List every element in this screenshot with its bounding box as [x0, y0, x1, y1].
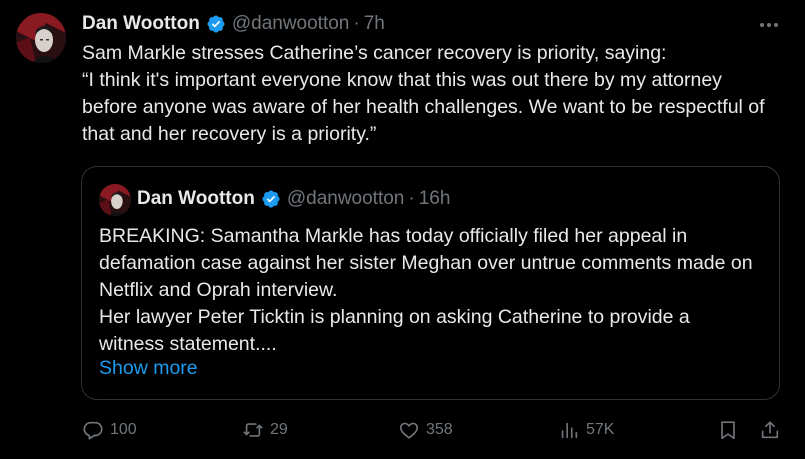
- more-dots-icon: [760, 23, 764, 27]
- author-handle[interactable]: @danwootton: [232, 13, 350, 35]
- quoted-timestamp[interactable]: 16h: [419, 188, 451, 210]
- separator-dot: ·: [408, 188, 415, 209]
- quoted-avatar[interactable]: [99, 184, 131, 216]
- heart-icon: [399, 422, 419, 439]
- repost-icon: [243, 423, 263, 437]
- avatar-image: [16, 13, 66, 63]
- separator-dot: ·: [353, 13, 360, 34]
- tweet[interactable]: Dan Wootton @danwootton · 7h Sam Markle …: [0, 0, 805, 459]
- quoted-tweet-header: Dan Wootton @danwootton · 16h: [137, 187, 450, 211]
- quoted-author-name[interactable]: Dan Wootton: [137, 188, 255, 210]
- tweet-text: Sam Markle stresses Catherine’s cancer r…: [82, 42, 765, 145]
- action-bar: 100 29 358 57K: [0, 414, 805, 446]
- reply-count: 100: [110, 421, 137, 438]
- author-name[interactable]: Dan Wootton: [82, 13, 200, 35]
- tweet-header: Dan Wootton @danwootton · 7h: [82, 12, 385, 36]
- share-icon: [761, 421, 779, 439]
- bookmark-icon: [721, 421, 735, 440]
- quoted-author-handle[interactable]: @danwootton: [287, 188, 405, 210]
- show-more-link[interactable]: Show more: [99, 357, 198, 380]
- quoted-tweet[interactable]: Dan Wootton @danwootton · 16h BREAKING: …: [81, 166, 780, 400]
- more-dot: [774, 23, 778, 27]
- repost-button[interactable]: 29: [242, 414, 288, 446]
- like-button[interactable]: 358: [398, 414, 453, 446]
- repost-count: 29: [270, 421, 288, 438]
- views-button[interactable]: 57K: [558, 414, 614, 446]
- like-count: 358: [426, 421, 453, 438]
- verified-badge-icon: [207, 15, 225, 33]
- bookmark-button[interactable]: [717, 414, 739, 446]
- views-count: 57K: [586, 421, 615, 438]
- timestamp[interactable]: 7h: [364, 13, 385, 35]
- views-chart-icon: [561, 422, 578, 439]
- more-options-button[interactable]: [757, 15, 781, 35]
- reply-button[interactable]: 100: [82, 414, 137, 446]
- more-dot: [767, 23, 771, 27]
- share-button[interactable]: [759, 414, 781, 446]
- quoted-avatar-image: [99, 184, 131, 216]
- avatar[interactable]: [16, 13, 66, 63]
- quoted-tweet-text: BREAKING: Samantha Markle has today offi…: [99, 225, 753, 355]
- reply-icon: [83, 421, 103, 440]
- verified-badge-icon: [262, 190, 280, 208]
